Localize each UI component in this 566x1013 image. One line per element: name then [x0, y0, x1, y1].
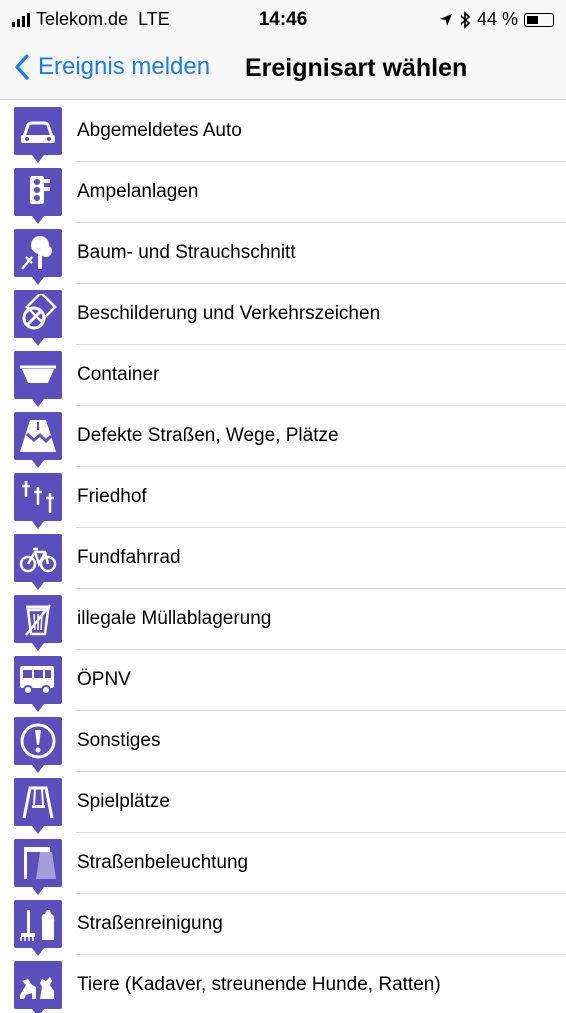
chevron-left-icon: [15, 54, 29, 80]
page-title: Ereignisart wählen: [245, 54, 468, 82]
list-item[interactable]: Tiere (Kadaver, streunende Hunde, Ratten…: [0, 955, 566, 1013]
list-item[interactable]: Straßenreinigung: [0, 894, 566, 956]
list-item-label: Tiere (Kadaver, streunende Hunde, Ratten…: [77, 974, 441, 995]
location-arrow-icon: [439, 13, 452, 26]
trash-bin-icon: [14, 595, 62, 651]
list-item-label: Abgemeldetes Auto: [77, 120, 242, 141]
list-item[interactable]: Baum- und Strauchschnitt: [0, 223, 566, 285]
battery-icon: [524, 12, 554, 27]
list-item-label: ÖPNV: [77, 669, 131, 690]
container-icon: [14, 351, 62, 407]
battery-percent: 44 %: [476, 9, 518, 29]
list-item[interactable]: Container: [0, 345, 566, 407]
broken-road-icon: [14, 412, 62, 468]
navigation-bar: Ereignis melden Ereignisart wählen: [0, 40, 566, 100]
list-item-label: Defekte Straßen, Wege, Plätze: [77, 425, 339, 446]
list-item[interactable]: Sonstiges: [0, 711, 566, 773]
swing-icon: [14, 778, 62, 834]
bus-icon: [14, 656, 62, 712]
list-item-label: Friedhof: [77, 486, 147, 507]
animals-icon: [14, 961, 62, 1013]
street-cleaning-icon: [14, 900, 62, 956]
status-bar: Telekom.de LTE 14:46 44 %: [0, 0, 566, 40]
list-item-label: Spielplätze: [77, 791, 170, 812]
list-item-label: Ampelanlagen: [77, 181, 199, 202]
back-button[interactable]: Ereignis melden: [14, 53, 210, 81]
list-item[interactable]: Friedhof: [0, 467, 566, 529]
list-item[interactable]: Ampelanlagen: [0, 162, 566, 224]
list-item[interactable]: Spielplätze: [0, 772, 566, 834]
bluetooth-icon: [460, 10, 471, 29]
list-item[interactable]: illegale Müllablagerung: [0, 589, 566, 651]
tree-cutting-icon: [14, 229, 62, 285]
list-item[interactable]: Fundfahrrad: [0, 528, 566, 590]
list-item-label: Baum- und Strauchschnitt: [77, 242, 296, 263]
bicycle-icon: [14, 534, 62, 590]
car-icon: [14, 107, 62, 163]
list-item[interactable]: Beschilderung und Verkehrszeichen: [0, 284, 566, 346]
event-type-list: Abgemeldetes Auto Ampelanlagen Baum- und S…: [0, 101, 566, 1013]
list-item-label: Container: [77, 364, 160, 385]
list-item-label: Straßenbeleuchtung: [77, 852, 249, 873]
traffic-light-icon: [14, 168, 62, 224]
list-item[interactable]: Abgemeldetes Auto: [0, 101, 566, 163]
list-item-label: Fundfahrrad: [77, 547, 181, 568]
list-item[interactable]: Straßenbeleuchtung: [0, 833, 566, 895]
list-item-label: illegale Müllablagerung: [77, 608, 272, 629]
cemetery-cross-icon: [14, 473, 62, 529]
exclamation-icon: [14, 717, 62, 773]
list-item[interactable]: Defekte Straßen, Wege, Plätze: [0, 406, 566, 468]
list-item-label: Sonstiges: [77, 730, 161, 751]
back-label: Ereignis melden: [38, 53, 211, 80]
list-item[interactable]: ÖPNV: [0, 650, 566, 712]
list-item-label: Beschilderung und Verkehrszeichen: [77, 303, 381, 324]
list-item-label: Straßenreinigung: [77, 913, 223, 934]
street-lamp-icon: [14, 839, 62, 895]
road-sign-icon: [14, 290, 62, 346]
